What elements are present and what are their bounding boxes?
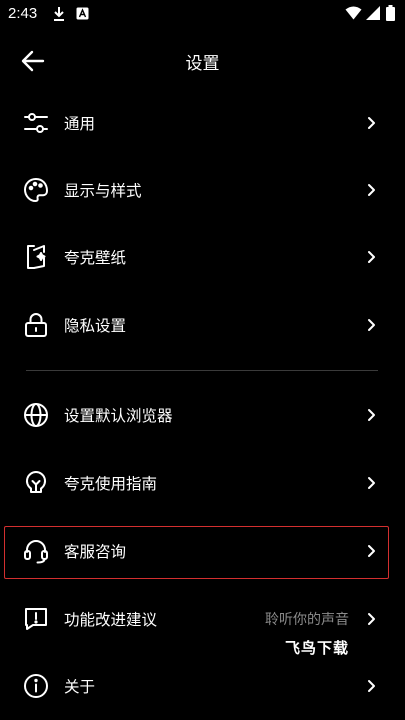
- chevron-right-icon: [366, 679, 376, 693]
- globe-icon: [22, 401, 50, 429]
- info-icon: [22, 672, 50, 700]
- menu-item-privacy[interactable]: 隐私设置: [0, 291, 405, 359]
- header: 设置: [0, 38, 405, 84]
- menu-label-privacy: 隐私设置: [64, 317, 127, 335]
- chevron-right-icon: [366, 116, 376, 130]
- status-bar: 2:43: [0, 0, 405, 28]
- notification-a-icon: [76, 7, 89, 20]
- section-divider: [26, 370, 378, 371]
- feedback-icon: [22, 605, 50, 633]
- menu-label-wallpaper: 夸克壁纸: [64, 249, 127, 267]
- sliders-icon: [22, 109, 50, 137]
- menu-item-wallpaper[interactable]: 夸克壁纸: [0, 223, 405, 291]
- battery-icon: [386, 5, 395, 21]
- chevron-right-icon: [366, 183, 376, 197]
- chevron-right-icon: [366, 476, 376, 490]
- lock-icon: [22, 311, 50, 339]
- menu-label-support: 客服咨询: [64, 543, 127, 561]
- signal-icon: [366, 6, 380, 20]
- chevron-right-icon: [366, 318, 376, 332]
- download-icon: [52, 6, 66, 22]
- chevron-right-icon: [366, 544, 376, 558]
- bulb-icon: [22, 469, 50, 497]
- page-title: 设置: [185, 54, 220, 74]
- menu-value-feedback: 聆听你的声音: [265, 612, 349, 628]
- menu-label-default-browser: 设置默认浏览器: [64, 407, 173, 425]
- menu-item-default-browser[interactable]: 设置默认浏览器: [0, 381, 405, 449]
- menu-item-guide[interactable]: 夸克使用指南: [0, 449, 405, 517]
- menu-item-about[interactable]: 关于: [0, 652, 405, 720]
- chevron-right-icon: [366, 612, 376, 626]
- menu-label-display: 显示与样式: [64, 182, 142, 200]
- menu-item-general[interactable]: 通用: [0, 89, 405, 157]
- menu-label-general: 通用: [64, 115, 96, 133]
- menu-label-guide: 夸克使用指南: [64, 475, 158, 493]
- wifi-icon: [345, 6, 362, 20]
- menu-label-about: 关于: [64, 678, 96, 696]
- chevron-right-icon: [366, 250, 376, 264]
- chevron-right-icon: [366, 408, 376, 422]
- menu-item-support[interactable]: 客服咨询: [0, 517, 405, 585]
- palette-icon: [22, 176, 50, 204]
- headset-icon: [22, 537, 50, 565]
- watermark-text: 飞鸟下载: [285, 639, 350, 657]
- status-time: 2:43: [8, 5, 38, 22]
- menu-label-feedback: 功能改进建议: [64, 611, 158, 629]
- menu-item-display[interactable]: 显示与样式: [0, 156, 405, 224]
- wallpaper-icon: [22, 243, 50, 271]
